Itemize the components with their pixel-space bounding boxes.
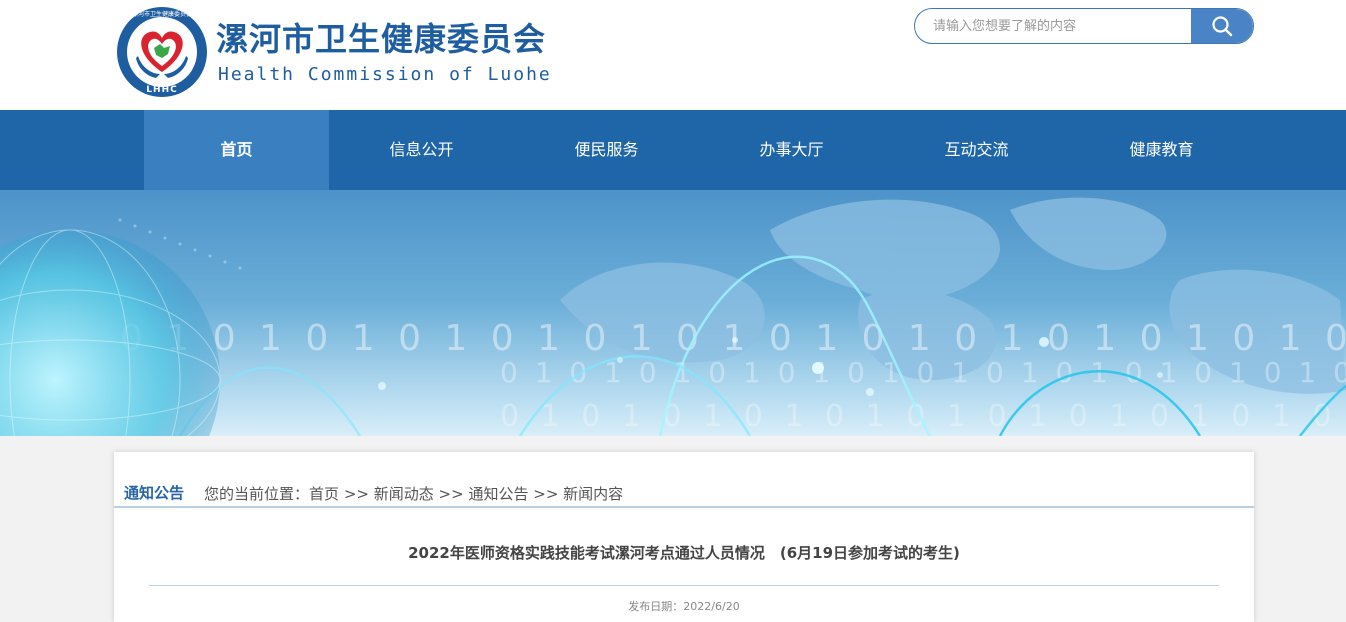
nav-item-info-disclosure[interactable]: 信息公开 bbox=[329, 110, 514, 190]
commission-logo[interactable]: LHHC 漯河市卫生健康委员会 bbox=[116, 6, 208, 98]
main-nav: 首页 信息公开 便民服务 办事大厅 互动交流 健康教育 bbox=[0, 110, 1346, 190]
svg-text:LHHC: LHHC bbox=[146, 85, 177, 95]
nav-item-home[interactable]: 首页 bbox=[144, 110, 329, 190]
breadcrumb-notices[interactable]: 通知公告 bbox=[468, 485, 528, 503]
article-title: 2022年医师资格实践技能考试漯河考点通过人员情况 (6月19日参加考试的考生) bbox=[408, 544, 960, 562]
nav-item-public-services[interactable]: 便民服务 bbox=[514, 110, 699, 190]
nav-item-service-hall[interactable]: 办事大厅 bbox=[699, 110, 884, 190]
breadcrumb-prefix: 您的当前位置： bbox=[204, 485, 310, 503]
breadcrumb-current: 新闻内容 bbox=[563, 485, 624, 503]
breadcrumb-home[interactable]: 首页 bbox=[309, 485, 339, 503]
breadcrumb-bar: 通知公告 您的当前位置：首页 >> 新闻动态 >> 通知公告 >> 新闻内容 bbox=[114, 452, 1254, 508]
search-input[interactable] bbox=[915, 9, 1193, 43]
breadcrumb-separator: >> bbox=[343, 485, 369, 503]
title-divider bbox=[149, 585, 1219, 586]
site-title[interactable]: 漯河市卫生健康委员会 bbox=[216, 14, 546, 60]
banner-graphic: 0 1 0 1 0 1 0 1 0 1 0 1 0 1 0 1 0 1 0 1 … bbox=[0, 197, 1346, 436]
breadcrumb-news[interactable]: 新闻动态 bbox=[374, 485, 434, 503]
nav-item-health-education[interactable]: 健康教育 bbox=[1069, 110, 1254, 190]
search-button[interactable] bbox=[1191, 9, 1253, 43]
breadcrumb: 您的当前位置：首页 >> 新闻动态 >> 通知公告 >> 新闻内容 bbox=[204, 483, 623, 504]
breadcrumb-separator: >> bbox=[533, 485, 559, 503]
site-subtitle: Health Commission of Luohe bbox=[218, 64, 552, 85]
svg-text:0 1 0 1 0 1 0 1 0 1 0 1 0 1 0: 0 1 0 1 0 1 0 1 0 1 0 1 0 1 0 1 0 1 0 1 … bbox=[500, 356, 1346, 389]
site-header: LHHC 漯河市卫生健康委员会 漯河市卫生健康委员会 Health Commis… bbox=[0, 0, 1346, 110]
nav-item-interaction[interactable]: 互动交流 bbox=[884, 110, 1069, 190]
hero-banner: 0 1 0 1 0 1 0 1 0 1 0 1 0 1 0 1 0 1 0 1 … bbox=[0, 190, 1346, 436]
search-box bbox=[914, 8, 1254, 44]
svg-text:0 1 0 1 0 1 0 1 0 1 0 1 0 1 0: 0 1 0 1 0 1 0 1 0 1 0 1 0 1 0 1 0 1 0 1 … bbox=[500, 399, 1346, 434]
svg-text:漯河市卫生健康委员会: 漯河市卫生健康委员会 bbox=[132, 10, 192, 18]
article-panel: 通知公告 您的当前位置：首页 >> 新闻动态 >> 通知公告 >> 新闻内容 2… bbox=[114, 452, 1254, 622]
search-icon bbox=[1212, 16, 1233, 37]
breadcrumb-separator: >> bbox=[438, 485, 464, 503]
section-label: 通知公告 bbox=[124, 484, 185, 502]
